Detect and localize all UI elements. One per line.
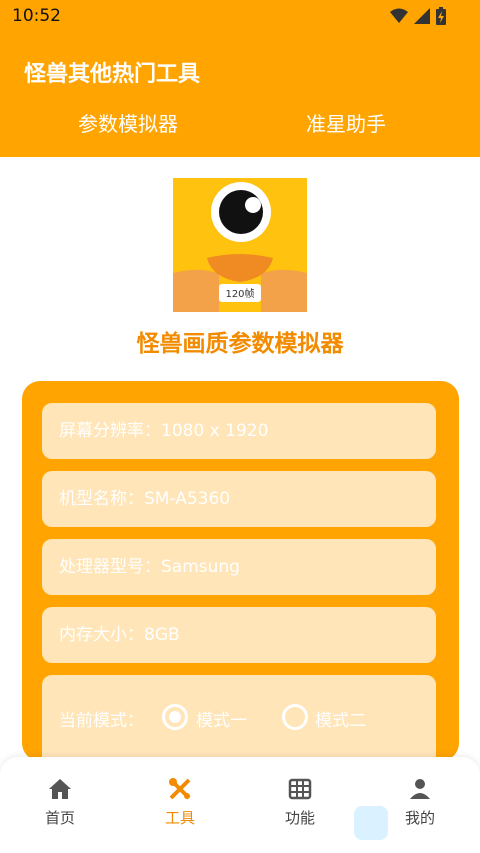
home-icon <box>49 779 71 799</box>
nav-item-features[interactable]: 功能 <box>250 777 350 828</box>
person-icon <box>410 779 430 799</box>
bottom-nav: 首页 工具 功能 我的 <box>0 757 480 853</box>
watermark-logo <box>354 806 388 840</box>
resolution-value: 1080 x 1920 <box>161 421 269 441</box>
mode-one-radio[interactable] <box>162 704 188 730</box>
tools-icon <box>169 778 191 800</box>
resolution-label: 屏幕分辨率： <box>59 421 161 441</box>
wifi-icon <box>390 8 408 23</box>
mode-two-label[interactable]: 模式二 <box>315 706 366 731</box>
app-logo: 120帧 <box>173 178 307 312</box>
nav-label-tools: 工具 <box>164 809 195 827</box>
mode-two-radio[interactable] <box>282 704 308 730</box>
parameter-card: 屏幕分辨率：1080 x 1920 机型名称：SM-A5360 处理器型号：Sa… <box>22 381 459 785</box>
nav-label-home: 首页 <box>44 809 75 827</box>
memory-value: 8GB <box>144 625 180 645</box>
status-time: 10:52 <box>12 6 61 26</box>
header: 怪兽其他热门工具 参数模拟器 准星助手 <box>0 32 480 157</box>
grid-icon <box>288 778 312 800</box>
model-label: 机型名称： <box>59 489 144 509</box>
model-value: SM-A5360 <box>144 489 231 509</box>
status-bar: 10:52 <box>0 0 480 32</box>
logo-badge-text: 120帧 <box>225 287 254 300</box>
nav-label-features: 功能 <box>284 809 315 827</box>
main-title: 怪兽画质参数模拟器 <box>136 331 344 357</box>
model-field: 机型名称：SM-A5360 <box>42 471 436 527</box>
page-title: 怪兽其他热门工具 <box>24 62 201 87</box>
status-icons <box>390 7 446 25</box>
memory-label: 内存大小： <box>59 625 144 645</box>
processor-field: 处理器型号：Samsung <box>42 539 436 595</box>
mode-one-label[interactable]: 模式一 <box>196 706 247 731</box>
memory-field: 内存大小：8GB <box>42 607 436 663</box>
signal-icon <box>414 8 430 24</box>
processor-label: 处理器型号： <box>59 557 161 577</box>
processor-value: Samsung <box>161 557 240 577</box>
nav-item-home[interactable]: 首页 <box>10 777 110 828</box>
resolution-field: 屏幕分辨率：1080 x 1920 <box>42 403 436 459</box>
nav-item-tools[interactable]: 工具 <box>130 777 230 828</box>
battery-icon <box>436 7 446 25</box>
mode-label: 当前模式： <box>59 711 144 731</box>
tab-parameter-simulator[interactable]: 参数模拟器 <box>78 108 178 137</box>
tab-crosshair-assistant[interactable]: 准星助手 <box>306 108 386 137</box>
